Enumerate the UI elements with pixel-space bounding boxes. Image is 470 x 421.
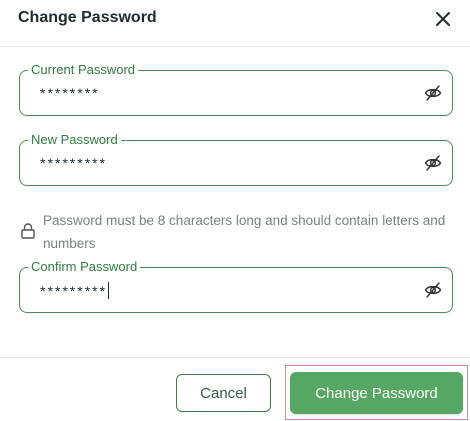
confirm-password-value: ********* <box>40 282 110 299</box>
current-password-field[interactable]: Current Password ******** <box>19 61 453 116</box>
eye-off-icon[interactable] <box>424 281 442 299</box>
current-password-value: ******** <box>40 85 100 101</box>
confirm-password-text: ********* <box>40 283 108 299</box>
current-password-label: Current Password <box>28 61 139 79</box>
new-password-field[interactable]: New Password ********* <box>19 131 453 186</box>
cancel-button[interactable]: Cancel <box>176 374 271 412</box>
dialog-header: Change Password <box>0 0 470 47</box>
change-password-button[interactable]: Change Password <box>290 372 463 414</box>
confirm-password-label: Confirm Password <box>28 258 141 276</box>
eye-off-icon[interactable] <box>424 154 442 172</box>
new-password-label: New Password <box>28 131 121 149</box>
lock-icon <box>20 222 36 240</box>
password-hint: Password must be 8 characters long and s… <box>43 213 446 251</box>
close-icon[interactable] <box>432 8 454 30</box>
confirm-password-field[interactable]: Confirm Password ********* <box>19 258 453 313</box>
dialog-title: Change Password <box>18 9 157 26</box>
text-caret <box>108 282 110 299</box>
eye-off-icon[interactable] <box>424 84 442 102</box>
new-password-value: ********* <box>40 155 108 171</box>
